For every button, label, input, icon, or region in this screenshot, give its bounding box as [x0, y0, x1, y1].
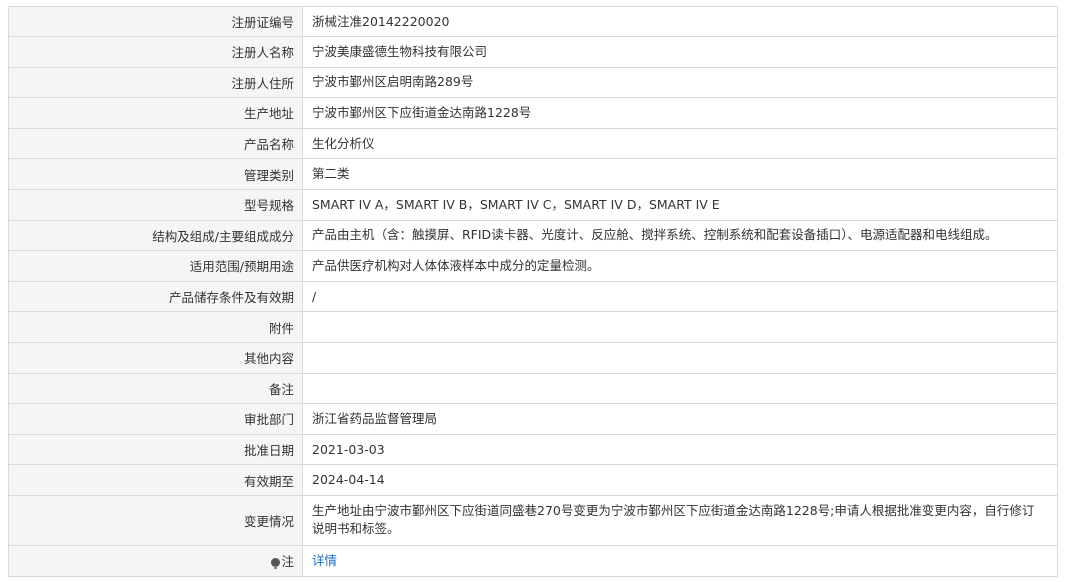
row-label: 注册人名称 [8, 36, 303, 68]
row-label: 有效期至 [8, 464, 303, 496]
row-value: 宁波美康盛德生物科技有限公司 [302, 36, 1058, 68]
row-value: 生化分析仪 [302, 127, 1058, 160]
row-label: 其他内容 [8, 341, 303, 374]
row-value: SMART IV A，SMART IV B，SMART IV C，SMART I… [302, 188, 1058, 221]
note-value-cell: 详情 [302, 544, 1058, 577]
details-link[interactable]: 详情 [312, 553, 337, 568]
row-value [302, 372, 1058, 405]
row-value [302, 341, 1058, 374]
table-row: 产品名称 生化分析仪 [8, 127, 1058, 160]
table-row: 生产地址 宁波市鄞州区下应街道金达南路1228号 [8, 97, 1058, 129]
table-row: 变更情况 生产地址由宁波市鄞州区下应街道同盛巷270号变更为宁波市鄞州区下应街道… [8, 494, 1058, 546]
table-row: 批准日期 2021-03-03 [8, 433, 1058, 466]
row-label: 产品名称 [8, 127, 303, 160]
table-row: 结构及组成/主要组成成分 产品由主机（含：触摸屏、RFID读卡器、光度计、反应舱… [8, 219, 1058, 252]
row-label: 审批部门 [8, 403, 303, 435]
registration-detail-table: 注册证编号 浙械注准20142220020 注册人名称 宁波美康盛德生物科技有限… [8, 6, 1058, 577]
row-value: 2024-04-14 [302, 464, 1058, 496]
row-label: 变更情况 [8, 494, 303, 546]
table-row: 产品储存条件及有效期 / [8, 280, 1058, 313]
table-row: 备注 [8, 372, 1058, 405]
row-value: 宁波市鄞州区启明南路289号 [302, 66, 1058, 99]
row-label: 备注 [8, 372, 303, 405]
row-label: 管理类别 [8, 158, 303, 190]
row-value: 产品供医疗机构对人体体液样本中成分的定量检测。 [302, 250, 1058, 282]
row-value: 第二类 [302, 158, 1058, 190]
note-label: 注 [281, 554, 294, 570]
table-row: 适用范围/预期用途 产品供医疗机构对人体体液样本中成分的定量检测。 [8, 250, 1058, 282]
table-row: 型号规格 SMART IV A，SMART IV B，SMART IV C，SM… [8, 188, 1058, 221]
note-label-cell: 注 [8, 544, 303, 577]
row-value: 浙江省药品监督管理局 [302, 403, 1058, 435]
row-value: 宁波市鄞州区下应街道金达南路1228号 [302, 97, 1058, 129]
table-row: 附件 [8, 311, 1058, 343]
row-label: 注册证编号 [8, 6, 303, 37]
row-label: 型号规格 [8, 188, 303, 221]
table-row: 其他内容 [8, 341, 1058, 374]
table-row: 有效期至 2024-04-14 [8, 464, 1058, 496]
table-row: 管理类别 第二类 [8, 158, 1058, 190]
table-row: 注册人名称 宁波美康盛德生物科技有限公司 [8, 36, 1058, 68]
row-value: 2021-03-03 [302, 433, 1058, 466]
row-value [302, 311, 1058, 343]
row-value: 生产地址由宁波市鄞州区下应街道同盛巷270号变更为宁波市鄞州区下应街道金达南路1… [302, 494, 1058, 546]
row-label: 注册人住所 [8, 66, 303, 99]
note-pin-icon [271, 558, 281, 570]
row-value: / [302, 280, 1058, 313]
row-label: 附件 [8, 311, 303, 343]
table-row: 审批部门 浙江省药品监督管理局 [8, 403, 1058, 435]
row-label: 生产地址 [8, 97, 303, 129]
row-value: 浙械注准20142220020 [302, 6, 1058, 37]
note-row: 注 详情 [8, 544, 1058, 577]
row-label: 产品储存条件及有效期 [8, 280, 303, 313]
row-label: 结构及组成/主要组成成分 [8, 219, 303, 252]
row-label: 适用范围/预期用途 [8, 250, 303, 282]
row-value: 产品由主机（含：触摸屏、RFID读卡器、光度计、反应舱、搅拌系统、控制系统和配套… [302, 219, 1058, 252]
table-row: 注册人住所 宁波市鄞州区启明南路289号 [8, 66, 1058, 99]
table-row: 注册证编号 浙械注准20142220020 [8, 6, 1058, 37]
row-label: 批准日期 [8, 433, 303, 466]
